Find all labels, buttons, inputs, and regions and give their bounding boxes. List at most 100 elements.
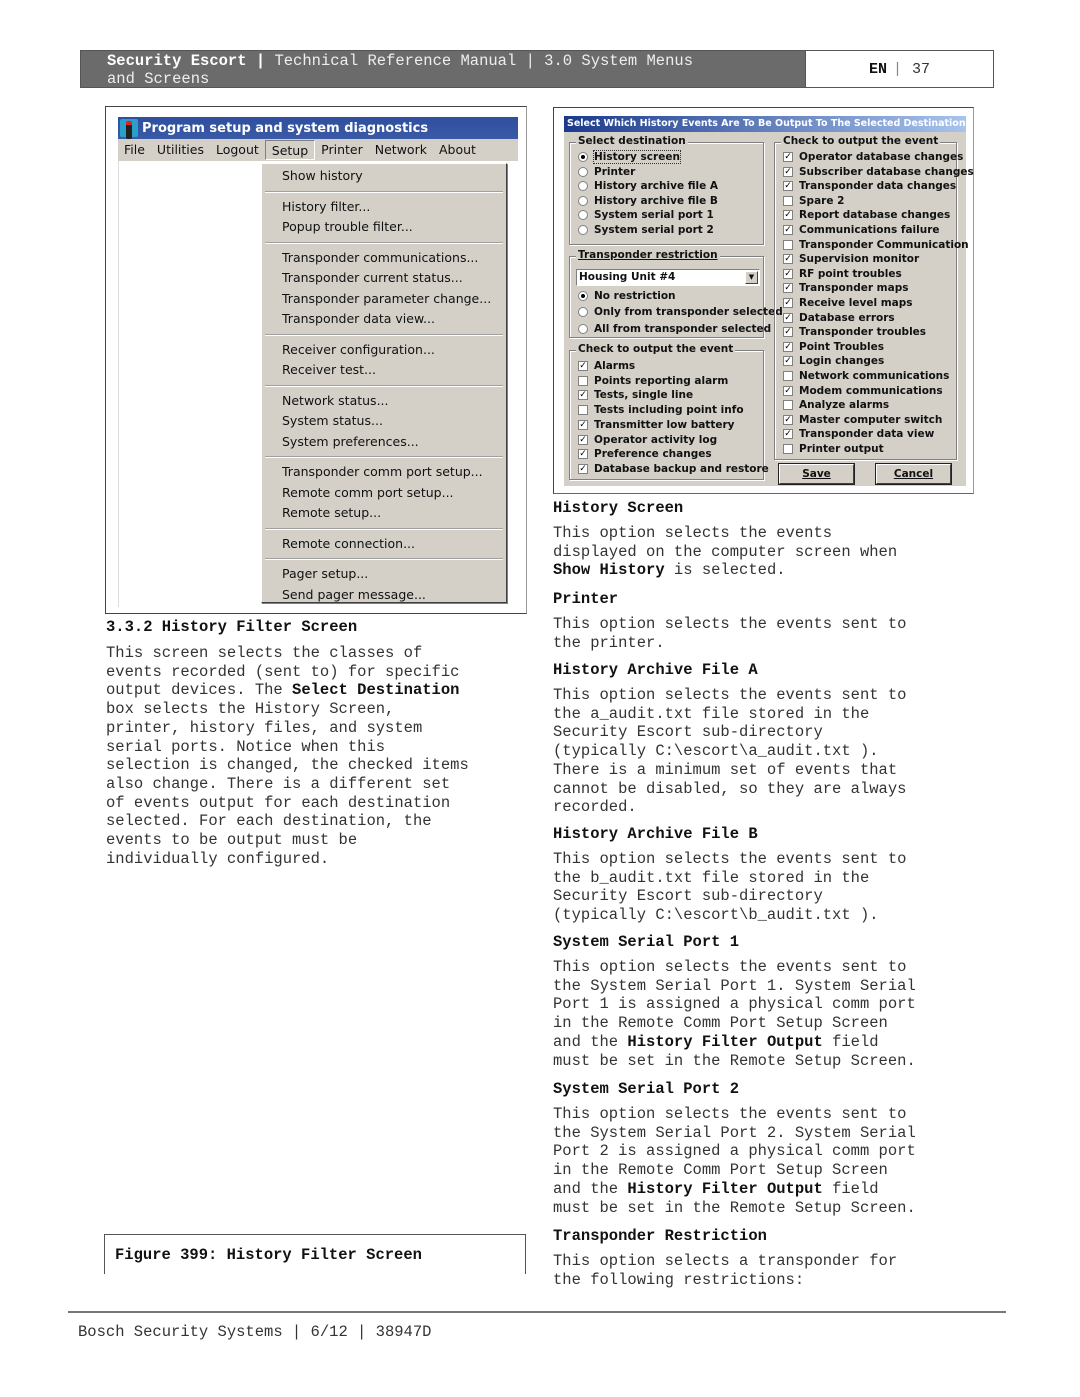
checkbox-unchecked-icon[interactable]: [783, 444, 793, 454]
checkbox-checked-icon[interactable]: ✓: [783, 166, 793, 177]
menu-printer[interactable]: Printer: [315, 140, 369, 160]
checkbox-checked-icon[interactable]: ✓: [783, 414, 793, 425]
menu-item-system-status[interactable]: System status...: [262, 411, 506, 432]
menu-item-history-filter[interactable]: History filter...: [262, 197, 506, 218]
event-transponder-data-changes[interactable]: ✓ Transponder data changes: [783, 179, 956, 193]
menu-network[interactable]: Network: [369, 140, 433, 160]
checkbox-checked-icon[interactable]: ✓: [783, 268, 793, 279]
event-transponder-data-view[interactable]: ✓ Transponder data view: [783, 427, 934, 441]
radio-icon[interactable]: [578, 152, 588, 162]
destination-printer[interactable]: Printer: [578, 165, 635, 179]
event-points-reporting-alarm[interactable]: Points reporting alarm: [578, 374, 728, 388]
event-analyze-alarms[interactable]: Analyze alarms: [783, 398, 889, 412]
event-alarms[interactable]: ✓ Alarms: [578, 359, 635, 373]
radio-icon[interactable]: [578, 210, 588, 221]
checkbox-checked-icon[interactable]: ✓: [578, 390, 588, 401]
checkbox-checked-icon[interactable]: ✓: [783, 385, 793, 396]
checkbox-checked-icon[interactable]: ✓: [783, 254, 793, 265]
checkbox-checked-icon[interactable]: ✓: [783, 210, 793, 221]
checkbox-checked-icon[interactable]: ✓: [783, 327, 793, 338]
menu-file[interactable]: File: [118, 140, 151, 160]
restriction-only-from-transponder-selected[interactable]: Only from transponder selected: [578, 305, 783, 319]
event-operator-activity-log[interactable]: ✓ Operator activity log: [578, 433, 717, 447]
menu-item-transponder-comm-port-setup[interactable]: Transponder comm port setup...: [262, 462, 506, 483]
menu-item-remote-connection[interactable]: Remote connection...: [262, 534, 506, 555]
event-receive-level-maps[interactable]: ✓ Receive level maps: [783, 296, 913, 310]
checkbox-checked-icon[interactable]: ✓: [783, 312, 793, 323]
event-point-troubles[interactable]: ✓ Point Troubles: [783, 340, 884, 354]
destination-system-serial-port-1[interactable]: System serial port 1: [578, 208, 714, 222]
radio-icon[interactable]: [578, 181, 588, 192]
checkbox-checked-icon[interactable]: ✓: [783, 283, 793, 294]
destination-system-serial-port-2[interactable]: System serial port 2: [578, 223, 714, 237]
checkbox-checked-icon[interactable]: ✓: [578, 434, 588, 445]
event-transponder-troubles[interactable]: ✓ Transponder troubles: [783, 325, 926, 339]
restriction-no-restriction[interactable]: No restriction: [578, 289, 676, 303]
transponder-select[interactable]: Housing Unit #4 ▼: [576, 269, 760, 286]
event-rf-point-troubles[interactable]: ✓ RF point troubles: [783, 267, 902, 281]
save-button[interactable]: Save: [779, 464, 854, 484]
destination-history-archive-file-b[interactable]: History archive file B: [578, 194, 718, 208]
event-tests-single-line[interactable]: ✓ Tests, single line: [578, 388, 693, 402]
checkbox-checked-icon[interactable]: ✓: [578, 419, 588, 430]
event-supervision-monitor[interactable]: ✓ Supervision monitor: [783, 252, 919, 266]
checkbox-unchecked-icon[interactable]: [783, 400, 793, 411]
event-report-database-changes[interactable]: ✓ Report database changes: [783, 208, 950, 222]
checkbox-unchecked-icon[interactable]: [783, 195, 793, 206]
menu-item-transponder-data-view[interactable]: Transponder data view...: [262, 309, 506, 330]
checkbox-unchecked-icon[interactable]: [783, 239, 793, 250]
menu-item-remote-comm-port-setup[interactable]: Remote comm port setup...: [262, 483, 506, 504]
checkbox-checked-icon[interactable]: ✓: [578, 463, 588, 474]
event-database-errors[interactable]: ✓ Database errors: [783, 311, 895, 325]
checkbox-checked-icon[interactable]: ✓: [578, 449, 588, 460]
menu-item-system-preferences[interactable]: System preferences...: [262, 432, 506, 453]
checkbox-checked-icon[interactable]: ✓: [783, 225, 793, 235]
menu-item-receiver-test[interactable]: Receiver test...: [262, 360, 506, 381]
radio-icon[interactable]: [578, 323, 588, 334]
event-communications-failure[interactable]: ✓ Communications failure: [783, 223, 940, 237]
destination-history-archive-file-a[interactable]: History archive file A: [578, 179, 718, 193]
radio-icon[interactable]: [578, 225, 588, 235]
event-master-computer-switch[interactable]: ✓ Master computer switch: [783, 413, 942, 427]
menu-item-show-history[interactable]: Show history: [262, 166, 506, 187]
menu-item-transponder-communications[interactable]: Transponder communications...: [262, 248, 506, 269]
radio-icon[interactable]: [578, 166, 588, 177]
radio-icon[interactable]: [578, 307, 588, 318]
event-tests-including-point-info[interactable]: Tests including point info: [578, 403, 744, 417]
radio-icon[interactable]: [578, 195, 588, 206]
checkbox-checked-icon[interactable]: ✓: [783, 152, 793, 162]
radio-icon[interactable]: [578, 291, 588, 301]
event-network-communications[interactable]: Network communications: [783, 369, 949, 383]
event-printer-output[interactable]: Printer output: [783, 442, 884, 456]
menu-setup[interactable]: Setup: [264, 140, 316, 160]
destination-history-screen[interactable]: History screen: [578, 150, 681, 164]
event-modem-communications[interactable]: ✓ Modem communications: [783, 384, 943, 398]
checkbox-checked-icon[interactable]: ✓: [783, 341, 793, 352]
event-subscriber-database-changes[interactable]: ✓ Subscriber database changes: [783, 165, 974, 179]
checkbox-unchecked-icon[interactable]: [578, 375, 588, 386]
event-operator-database-changes[interactable]: ✓ Operator database changes: [783, 150, 963, 164]
event-preference-changes[interactable]: ✓ Preference changes: [578, 447, 712, 461]
menu-item-network-status[interactable]: Network status...: [262, 391, 506, 412]
menu-item-transponder-current-status[interactable]: Transponder current status...: [262, 268, 506, 289]
event-transmitter-low-battery[interactable]: ✓ Transmitter low battery: [578, 418, 734, 432]
event-login-changes[interactable]: ✓ Login changes: [783, 354, 884, 368]
cancel-button[interactable]: Cancel: [876, 464, 951, 484]
menu-item-pager-setup[interactable]: Pager setup...: [262, 564, 506, 585]
checkbox-unchecked-icon[interactable]: [783, 371, 793, 381]
menu-item-popup-trouble-filter[interactable]: Popup trouble filter...: [262, 217, 506, 238]
checkbox-checked-icon[interactable]: ✓: [783, 356, 793, 367]
menu-item-receiver-configuration[interactable]: Receiver configuration...: [262, 340, 506, 361]
menu-item-remote-setup[interactable]: Remote setup...: [262, 503, 506, 524]
checkbox-checked-icon[interactable]: ✓: [783, 181, 793, 192]
menu-logout[interactable]: Logout: [210, 140, 265, 160]
menu-utilities[interactable]: Utilities: [151, 140, 210, 160]
chevron-down-icon[interactable]: ▼: [745, 271, 758, 284]
checkbox-checked-icon[interactable]: ✓: [578, 361, 588, 371]
checkbox-checked-icon[interactable]: ✓: [783, 298, 793, 308]
checkbox-unchecked-icon[interactable]: [578, 405, 588, 416]
checkbox-checked-icon[interactable]: ✓: [783, 429, 793, 440]
event-transponder-communication[interactable]: Transponder Communication: [783, 238, 969, 252]
menu-item-transponder-parameter-change[interactable]: Transponder parameter change...: [262, 289, 506, 310]
menu-about[interactable]: About: [433, 140, 482, 160]
